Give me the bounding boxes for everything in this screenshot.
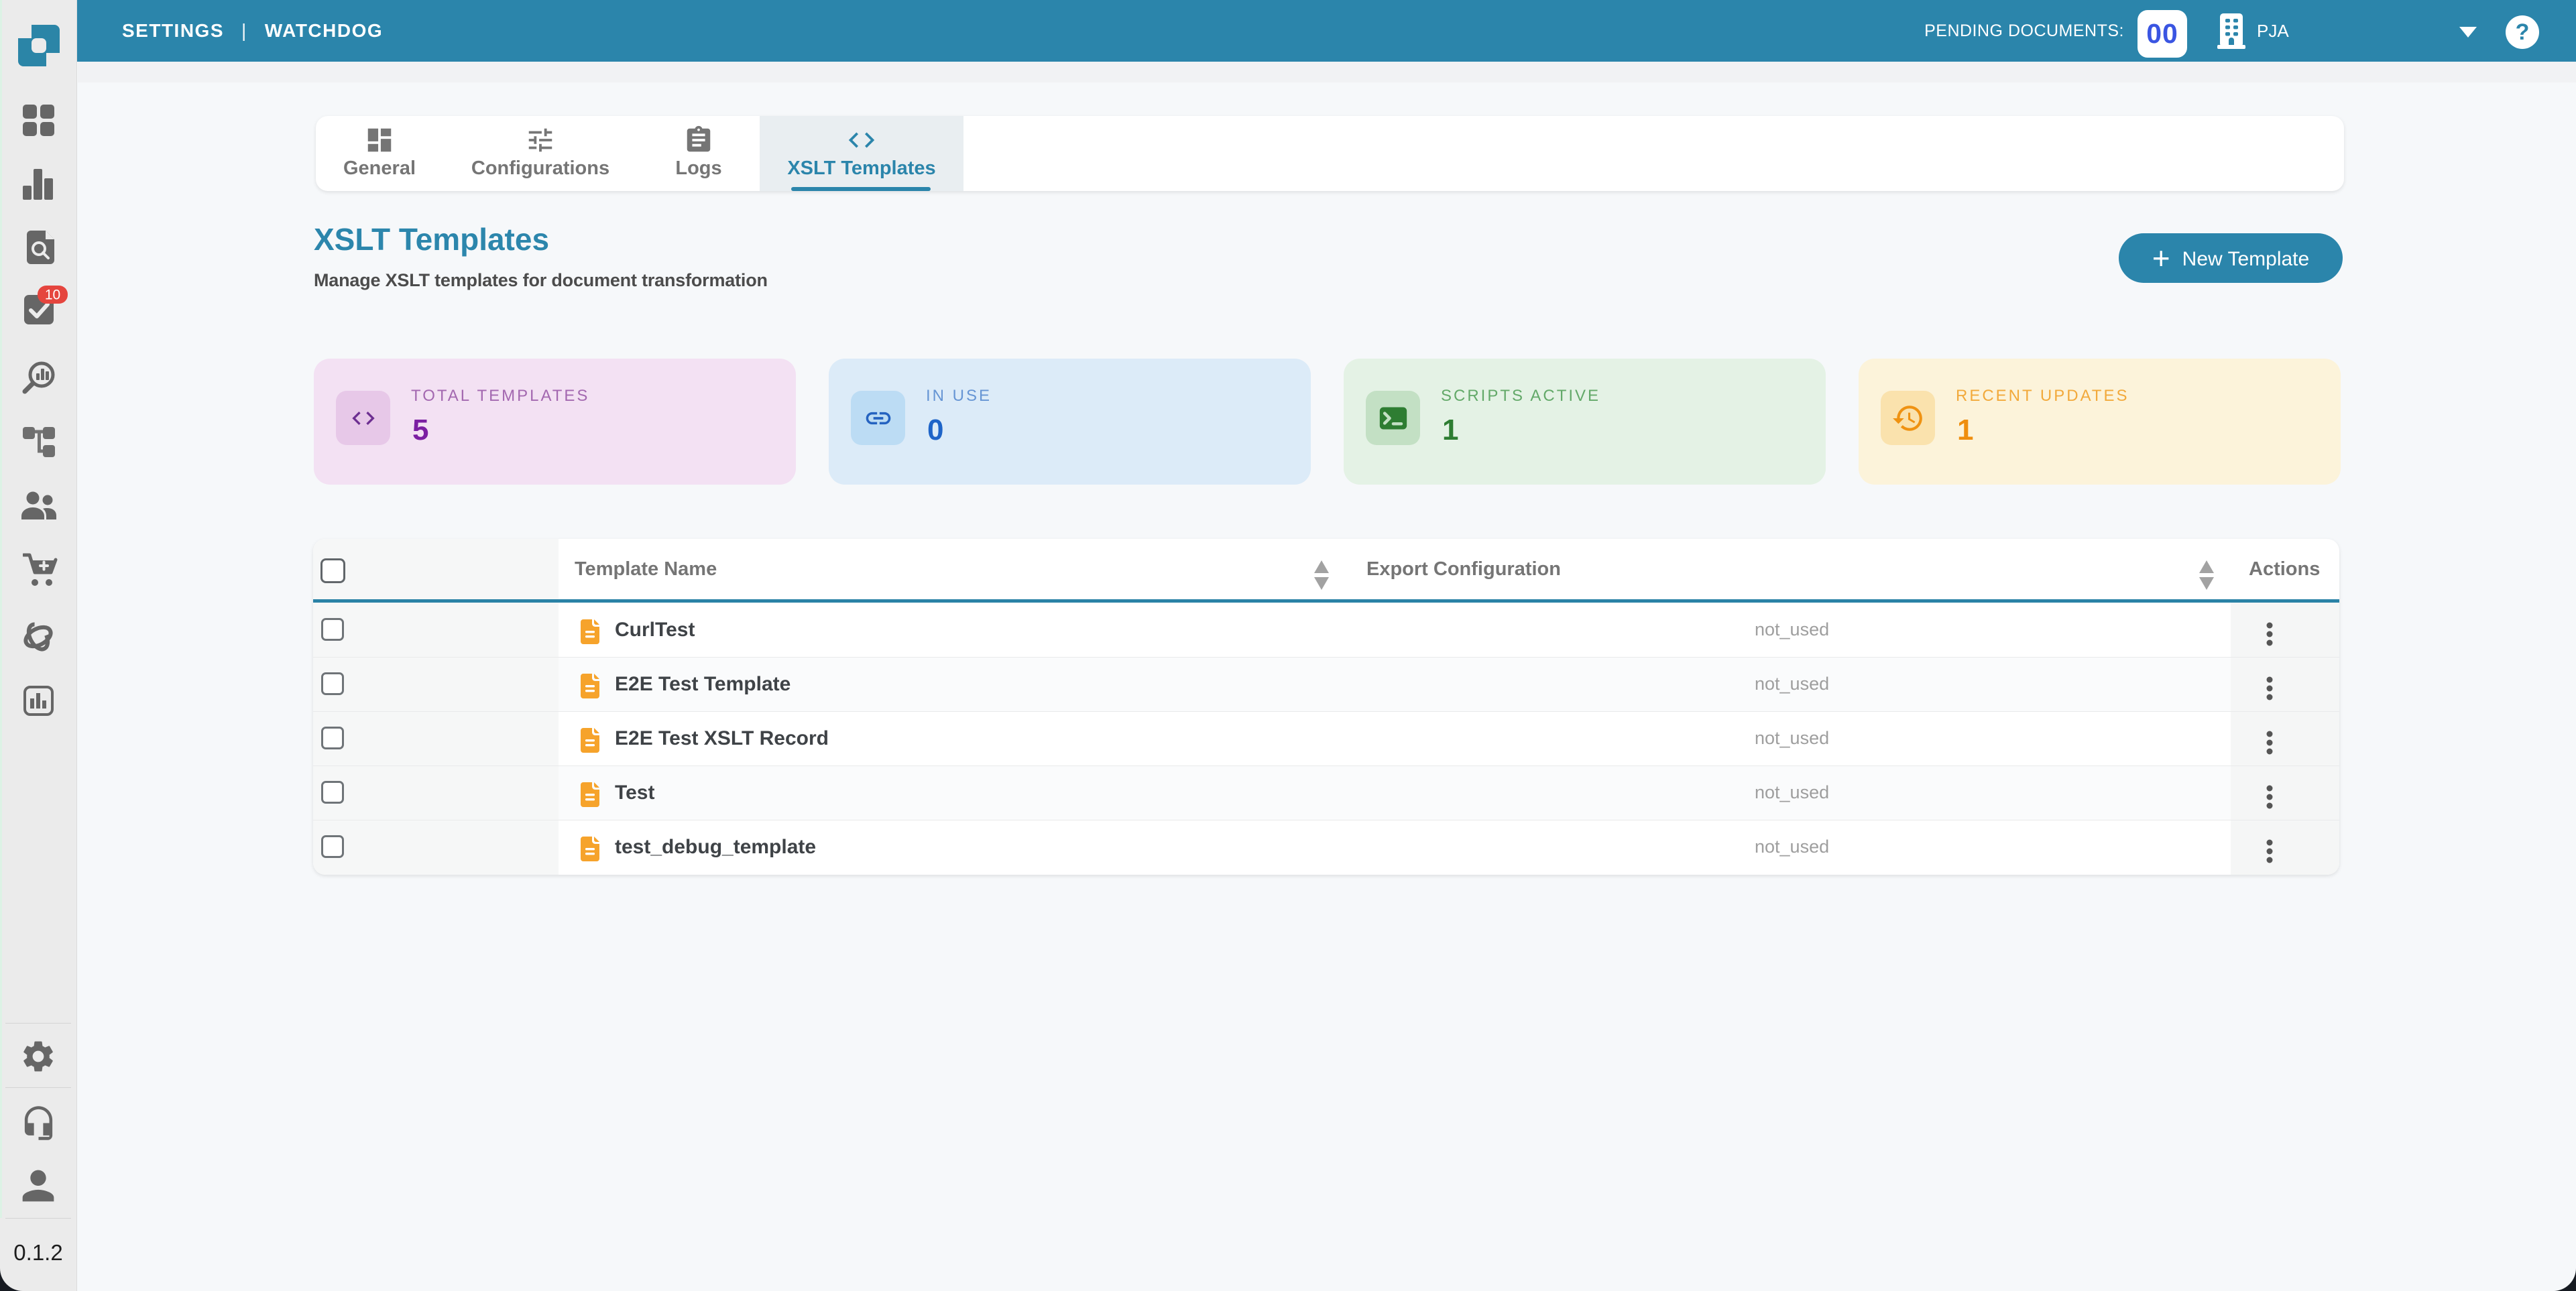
svg-text:10: 10 bbox=[45, 288, 60, 303]
